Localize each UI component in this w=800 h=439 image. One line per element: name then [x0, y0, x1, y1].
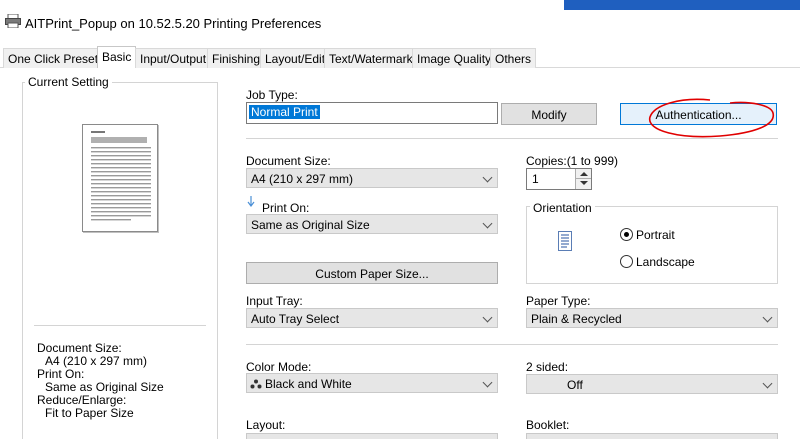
copies-value: 1: [532, 172, 539, 186]
chevron-down-icon: [482, 172, 493, 183]
two-sided-select[interactable]: Off: [526, 374, 778, 394]
tab-image-quality[interactable]: Image Quality: [412, 48, 497, 68]
spin-down-icon[interactable]: [575, 179, 591, 189]
two-sided-label: 2 sided:: [526, 360, 569, 374]
orientation-legend: Orientation: [530, 201, 595, 215]
two-sided-value: Off: [567, 378, 583, 392]
booklet-select[interactable]: [526, 433, 778, 439]
document-size-label: Document Size:: [246, 154, 331, 168]
print-on-select[interactable]: Same as Original Size: [246, 214, 498, 234]
booklet-label: Booklet:: [526, 418, 570, 432]
document-size-select[interactable]: A4 (210 x 297 mm): [246, 168, 498, 188]
summary-print-on-value: Same as Original Size: [45, 380, 164, 394]
color-mode-select[interactable]: Black and White: [246, 373, 498, 393]
job-type-divider: [246, 138, 778, 139]
layout-select[interactable]: [246, 433, 498, 439]
title-accent-strip: [564, 0, 800, 10]
chevron-down-icon: [482, 312, 493, 323]
chevron-down-icon: [482, 377, 493, 388]
paper-type-value: Plain & Recycled: [531, 312, 622, 326]
tab-text-watermark[interactable]: Text/Watermark: [324, 48, 418, 68]
media-divider: [246, 344, 778, 345]
arrow-down-icon: [247, 196, 255, 207]
summary-document-size-value: A4 (210 x 297 mm): [45, 354, 148, 368]
summary-document-size-label: Document Size:: [37, 341, 122, 355]
document-preview: [82, 124, 158, 232]
tab-one-click-presets[interactable]: One Click Presets: [3, 48, 110, 68]
current-setting-divider: [34, 325, 206, 326]
chevron-down-icon: [762, 378, 773, 389]
copies-label: Copies:(1 to 999): [526, 154, 619, 168]
custom-paper-size-button[interactable]: Custom Paper Size...: [246, 262, 498, 284]
paper-type-select[interactable]: Plain & Recycled: [526, 308, 778, 328]
color-mode-value: Black and White: [265, 377, 352, 391]
printer-icon: [5, 14, 21, 28]
tab-others[interactable]: Others: [490, 48, 537, 68]
color-mode-label: Color Mode:: [246, 360, 312, 374]
summary-reduce-enlarge-label: Reduce/Enlarge:: [37, 393, 127, 407]
portrait-label: Portrait: [636, 228, 675, 242]
job-type-label: Job Type:: [246, 88, 298, 102]
tab-input-output[interactable]: Input/Output: [135, 48, 212, 68]
paper-type-label: Paper Type:: [526, 294, 591, 308]
tab-finishing[interactable]: Finishing: [207, 48, 266, 68]
tab-layout-edit[interactable]: Layout/Edit: [260, 48, 331, 68]
chevron-down-icon: [482, 218, 493, 229]
document-size-value: A4 (210 x 297 mm): [251, 172, 354, 186]
summary-reduce-enlarge-value: Fit to Paper Size: [45, 406, 134, 420]
job-type-value: Normal Print: [249, 105, 320, 119]
basic-tab-panel: Current Setting Document Size: A4 (210 x…: [0, 68, 800, 439]
authentication-button[interactable]: Authentication...: [620, 103, 777, 125]
summary-print-on-label: Print On:: [37, 367, 85, 381]
tab-strip: One Click Presets Basic Input/Output Fin…: [0, 46, 800, 69]
landscape-label: Landscape: [636, 255, 695, 269]
input-tray-label: Input Tray:: [246, 294, 303, 308]
title-bar: AITPrint_Popup on 10.52.5.20 Printing Pr…: [0, 0, 800, 44]
landscape-radio[interactable]: [620, 255, 633, 268]
print-on-value: Same as Original Size: [251, 218, 370, 232]
job-type-field[interactable]: Normal Print: [246, 102, 498, 124]
black-white-icon: [250, 379, 262, 389]
input-tray-value: Auto Tray Select: [251, 312, 340, 326]
tab-basic[interactable]: Basic: [97, 46, 137, 69]
modify-button[interactable]: Modify: [501, 103, 597, 125]
layout-label: Layout:: [246, 418, 286, 432]
copies-spinner[interactable]: 1: [526, 168, 592, 190]
portrait-page-icon: [558, 231, 572, 251]
document-preview-lines: [91, 131, 151, 221]
spin-up-icon[interactable]: [575, 169, 591, 179]
current-setting-legend: Current Setting: [25, 75, 112, 89]
portrait-radio[interactable]: [620, 228, 633, 241]
print-on-label: Print On:: [262, 201, 310, 215]
input-tray-select[interactable]: Auto Tray Select: [246, 308, 498, 328]
window-title: AITPrint_Popup on 10.52.5.20 Printing Pr…: [25, 16, 322, 31]
chevron-down-icon: [762, 312, 773, 323]
